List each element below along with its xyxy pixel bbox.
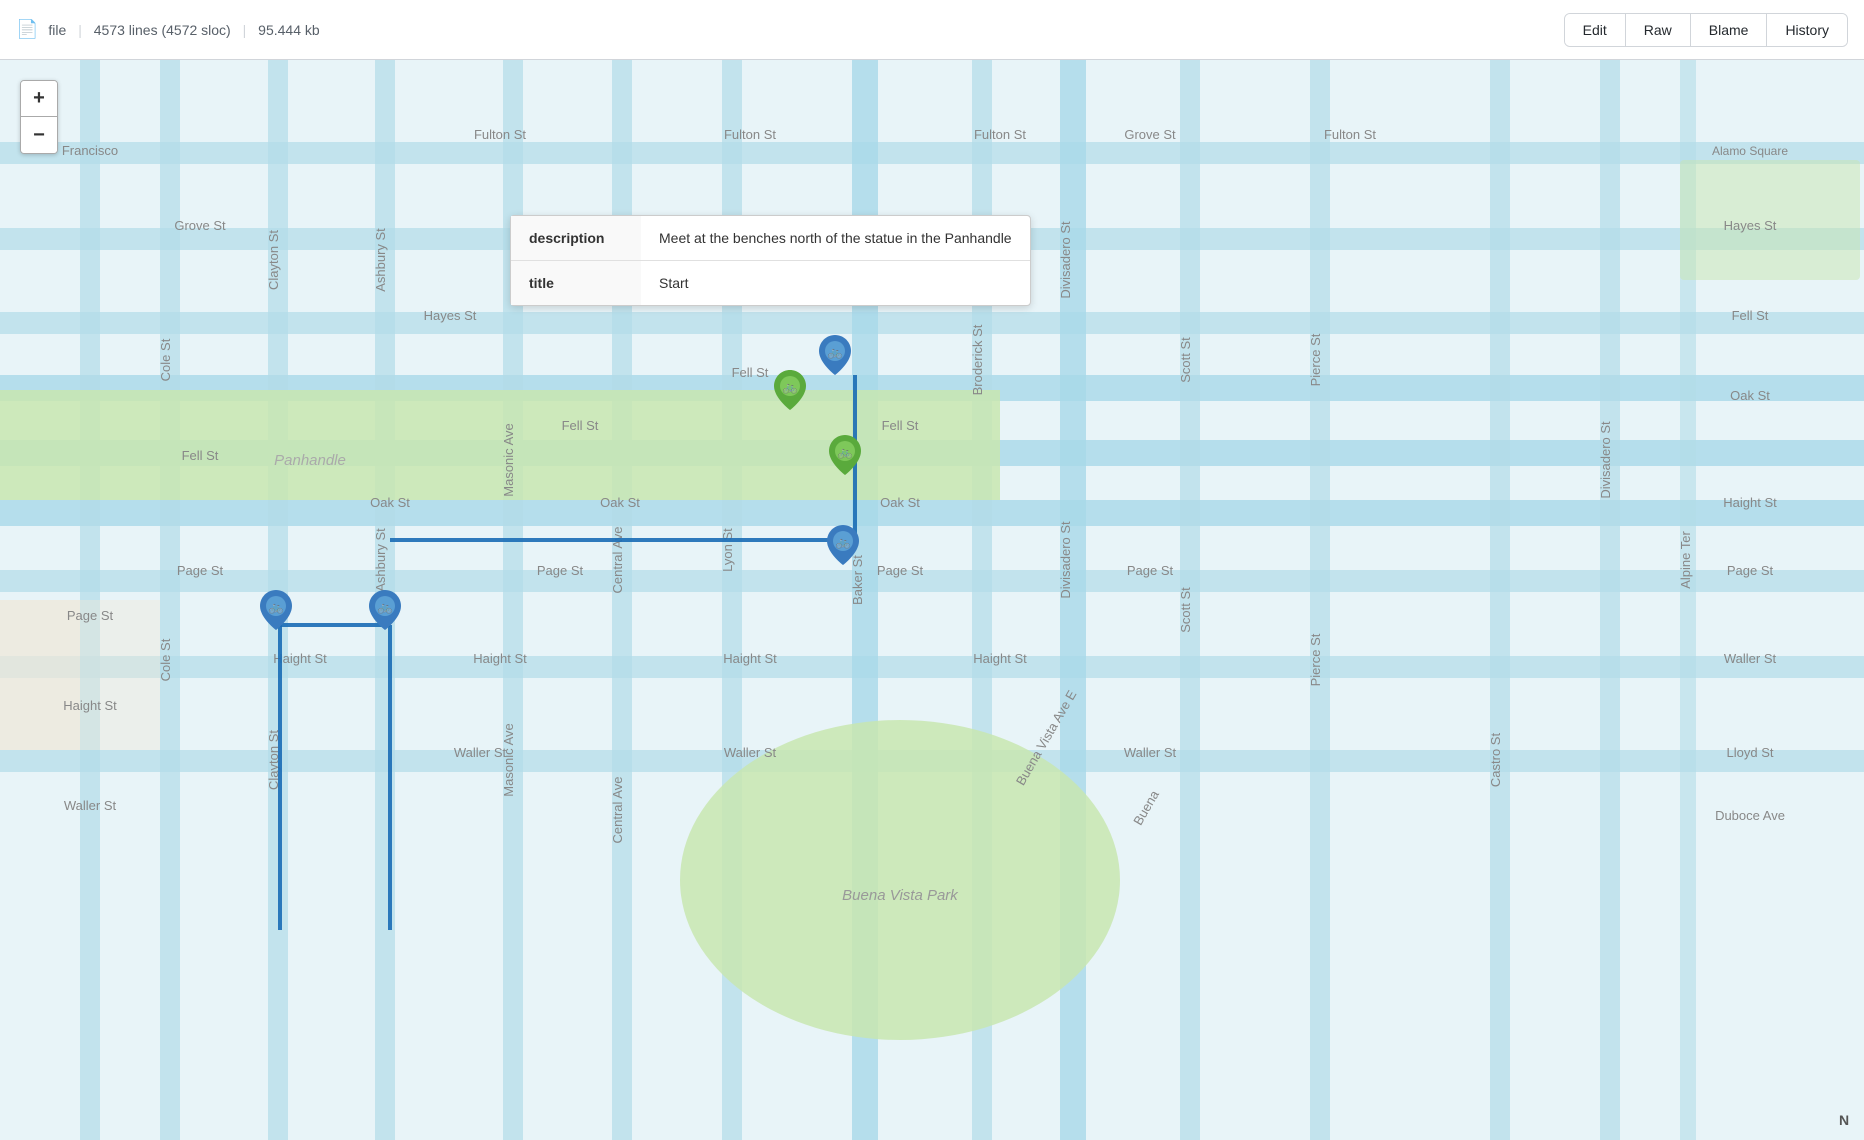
svg-text:Pierce St: Pierce St xyxy=(1308,633,1323,686)
svg-text:Fulton St: Fulton St xyxy=(974,127,1026,142)
svg-text:Waller St: Waller St xyxy=(454,745,507,760)
svg-text:Haight St: Haight St xyxy=(973,651,1027,666)
svg-text:Page St: Page St xyxy=(1127,563,1174,578)
svg-text:Page St: Page St xyxy=(537,563,584,578)
svg-text:Ashbury St: Ashbury St xyxy=(373,528,388,592)
file-info: file | 4573 lines (4572 sloc) | 95.444 k… xyxy=(48,22,1563,38)
file-toolbar: 📄 file | 4573 lines (4572 sloc) | 95.444… xyxy=(0,0,1864,60)
svg-text:Duboce Ave: Duboce Ave xyxy=(1715,808,1785,823)
svg-text:Haight St: Haight St xyxy=(1723,495,1777,510)
svg-text:Haight St: Haight St xyxy=(473,651,527,666)
map-marker-green-1[interactable]: 🚲 xyxy=(774,370,806,415)
svg-text:🚲: 🚲 xyxy=(378,600,393,614)
svg-text:Divisadero St: Divisadero St xyxy=(1058,521,1073,599)
svg-text:🚲: 🚲 xyxy=(836,535,851,549)
map-popup: description Meet at the benches north of… xyxy=(510,215,1031,306)
svg-text:Page St: Page St xyxy=(177,563,224,578)
svg-text:Hayes St: Hayes St xyxy=(1724,218,1777,233)
svg-text:Fulton St: Fulton St xyxy=(724,127,776,142)
map-marker-blue-4[interactable]: 🚲 xyxy=(260,590,292,635)
svg-text:Panhandle: Panhandle xyxy=(274,452,346,469)
svg-text:Waller St: Waller St xyxy=(724,745,777,760)
svg-text:Waller St: Waller St xyxy=(64,798,117,813)
svg-text:Oak St: Oak St xyxy=(1730,388,1770,403)
map-marker-blue-1[interactable]: 🚲 xyxy=(819,335,851,380)
svg-text:Masonic Ave: Masonic Ave xyxy=(501,723,516,796)
separator-2: | xyxy=(243,22,247,38)
zoom-controls: + − xyxy=(20,80,58,154)
separator-1: | xyxy=(78,22,82,38)
svg-text:Buena Vista Park: Buena Vista Park xyxy=(842,887,959,904)
svg-text:Haight St: Haight St xyxy=(723,651,777,666)
svg-text:Divisadero St: Divisadero St xyxy=(1058,221,1073,299)
svg-text:Haight St: Haight St xyxy=(63,698,117,713)
svg-text:Broderick St: Broderick St xyxy=(970,324,985,395)
map-marker-blue-3[interactable]: 🚲 xyxy=(369,590,401,635)
svg-text:Divisadero St: Divisadero St xyxy=(1598,421,1613,499)
svg-text:Fell St: Fell St xyxy=(562,418,599,433)
svg-text:Waller St: Waller St xyxy=(1124,745,1177,760)
map-marker-green-2[interactable]: 🚲 xyxy=(829,435,861,480)
blame-button[interactable]: Blame xyxy=(1691,14,1768,46)
svg-text:Fell St: Fell St xyxy=(882,418,919,433)
edit-button[interactable]: Edit xyxy=(1565,14,1626,46)
svg-text:🚲: 🚲 xyxy=(269,600,284,614)
map-container[interactable]: Fulton St Fulton St Fulton St Grove St F… xyxy=(0,60,1864,1140)
svg-text:🚲: 🚲 xyxy=(783,380,798,394)
svg-text:Pierce St: Pierce St xyxy=(1308,333,1323,386)
file-size: 95.444 kb xyxy=(258,22,320,38)
file-actions: Edit Raw Blame History xyxy=(1564,13,1848,47)
file-stats: 4573 lines (4572 sloc) xyxy=(94,22,231,38)
svg-text:Waller St: Waller St xyxy=(1724,651,1777,666)
svg-text:Clayton St: Clayton St xyxy=(266,230,281,290)
svg-text:Castro St: Castro St xyxy=(1488,733,1503,788)
history-button[interactable]: History xyxy=(1767,14,1847,46)
svg-text:🚲: 🚲 xyxy=(828,345,843,359)
svg-text:Fell St: Fell St xyxy=(732,365,769,380)
zoom-out-button[interactable]: − xyxy=(21,117,57,153)
popup-value-title: Start xyxy=(641,261,1030,306)
svg-text:Page St: Page St xyxy=(877,563,924,578)
svg-text:Ashbury St: Ashbury St xyxy=(373,228,388,292)
svg-text:Lloyd St: Lloyd St xyxy=(1727,745,1774,760)
svg-text:Alamo Square: Alamo Square xyxy=(1712,144,1788,158)
svg-text:Hayes St: Hayes St xyxy=(424,308,477,323)
popup-row-description: description Meet at the benches north of… xyxy=(511,216,1030,261)
svg-text:Cole St: Cole St xyxy=(158,638,173,681)
svg-text:Alpine Ter: Alpine Ter xyxy=(1678,531,1693,589)
svg-text:Grove St: Grove St xyxy=(1124,127,1176,142)
svg-text:Fulton St: Fulton St xyxy=(1324,127,1376,142)
svg-text:Scott St: Scott St xyxy=(1178,587,1193,633)
svg-text:Fell St: Fell St xyxy=(182,448,219,463)
svg-text:N: N xyxy=(1839,1112,1849,1128)
svg-text:Cole St: Cole St xyxy=(158,338,173,381)
svg-text:Central Ave: Central Ave xyxy=(610,527,625,594)
svg-text:Page St: Page St xyxy=(67,608,114,623)
popup-key-title: title xyxy=(511,261,641,306)
popup-table: description Meet at the benches north of… xyxy=(511,216,1030,305)
svg-text:Masonic Ave: Masonic Ave xyxy=(501,423,516,496)
svg-text:Oak St: Oak St xyxy=(880,495,920,510)
svg-text:Francisco: Francisco xyxy=(62,143,118,158)
svg-text:🚲: 🚲 xyxy=(838,445,853,459)
popup-row-title: title Start xyxy=(511,261,1030,306)
svg-text:Scott St: Scott St xyxy=(1178,337,1193,383)
svg-text:Central Ave: Central Ave xyxy=(610,777,625,844)
file-icon: 📄 xyxy=(16,19,38,40)
zoom-in-button[interactable]: + xyxy=(21,81,57,117)
popup-value-description: Meet at the benches north of the statue … xyxy=(641,216,1030,261)
popup-key-description: description xyxy=(511,216,641,261)
map-marker-blue-2[interactable]: 🚲 xyxy=(827,525,859,570)
svg-text:Oak St: Oak St xyxy=(370,495,410,510)
svg-text:Fulton St: Fulton St xyxy=(474,127,526,142)
svg-text:Page St: Page St xyxy=(1727,563,1774,578)
svg-text:Lyon St: Lyon St xyxy=(720,528,735,572)
raw-button[interactable]: Raw xyxy=(1626,14,1691,46)
svg-text:Oak St: Oak St xyxy=(600,495,640,510)
svg-text:Grove St: Grove St xyxy=(174,218,226,233)
file-word: file xyxy=(48,22,66,38)
svg-text:Fell St: Fell St xyxy=(1732,308,1769,323)
